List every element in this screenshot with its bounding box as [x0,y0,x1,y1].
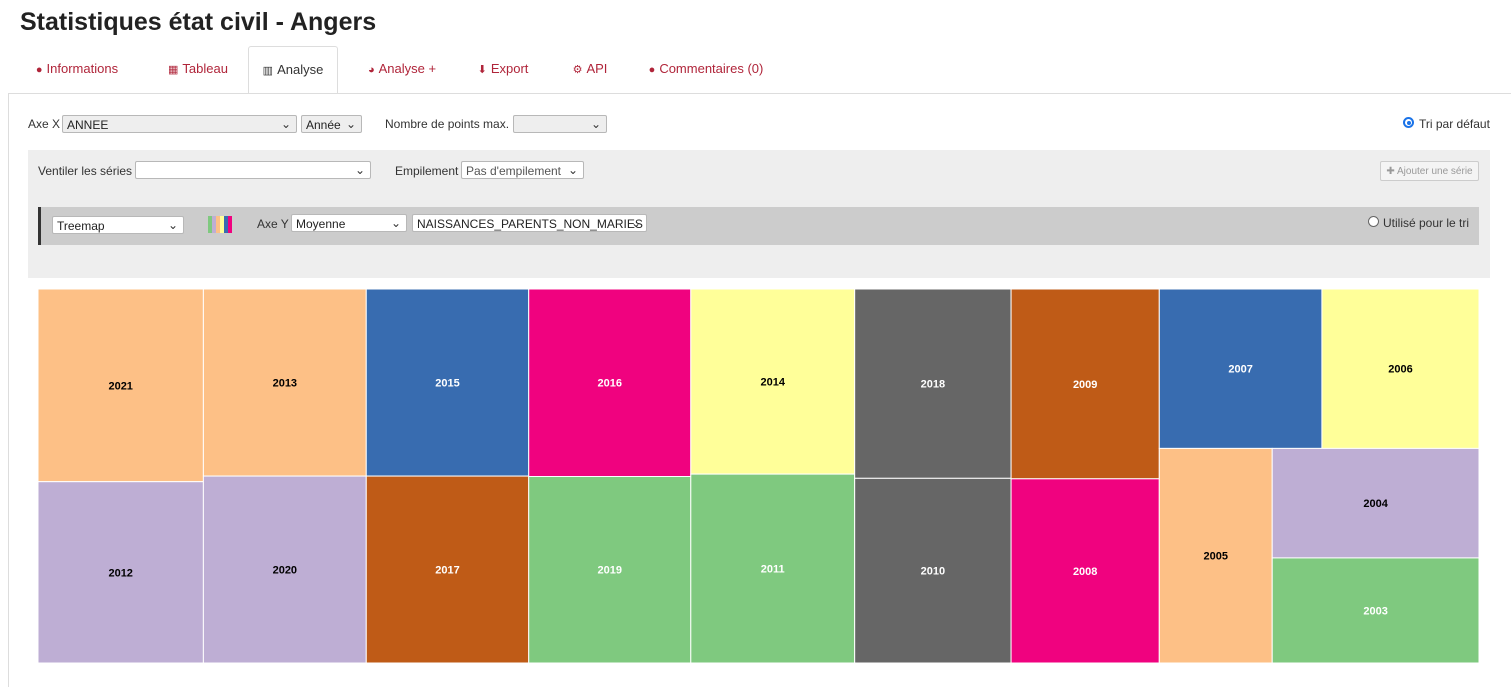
cogs-icon: ⚙ [572,64,583,76]
aggregation-select[interactable]: Moyenne ⌄ [291,214,407,232]
empilement-select[interactable]: Pas d'empilement ⌄ [461,161,584,179]
add-series-button[interactable]: ✚ Ajouter une série [1380,161,1479,181]
tab-label: Export [490,61,529,76]
plus-icon: ✚ [1386,166,1397,177]
tab-label: Informations [46,61,119,76]
chevron-down-icon: ⌄ [590,117,601,131]
tab-informations[interactable]: ● Informations [18,46,136,93]
chevron-down-icon: ⌄ [567,163,578,177]
axe-x-unit-value: Année [306,118,341,132]
tri-defaut-radio[interactable] [1403,117,1414,128]
chevron-down-icon: ⌄ [280,117,291,131]
utilise-tri-radio[interactable] [1368,216,1379,227]
ventiler-label: Ventiler les séries [38,164,133,178]
tab-tableau[interactable]: ▦ Tableau [148,46,248,93]
tab-export[interactable]: ⬇ Export [463,46,543,93]
nb-points-select[interactable]: ⌄ [513,115,607,133]
download-icon: ⬇ [477,64,487,76]
tab-label: API [586,61,608,76]
tab-bar: ● Informations ▦ Tableau ▥ Analyse ◕ Analyse… [18,46,1511,94]
add-series-label: Ajouter une série [1397,166,1473,177]
tab-label: Commentaires (0) [659,61,764,76]
tri-defaut-label: Tri par défaut [1419,117,1490,131]
tab-analyse[interactable]: ▥ Analyse [248,46,338,94]
table-icon: ▦ [168,64,179,76]
nb-points-label: Nombre de points max. [385,117,510,131]
aggregation-value: Moyenne [296,217,346,231]
axe-x-select[interactable]: ANNEE ⌄ [62,115,297,133]
pie-chart-icon: ◕ [367,64,375,76]
chart-type-select[interactable]: Treemap ⌄ [52,216,184,234]
palette-icon[interactable] [208,216,234,233]
comments-icon: ● [648,64,656,76]
chevron-down-icon: ⌄ [390,216,401,230]
field-value: NAISSANCES_PARENTS_NON_MARIES [417,217,643,231]
tab-label: Analyse [277,62,324,77]
tab-commentaires[interactable]: ● Commentaires (0) [636,46,776,93]
utilise-tri-label: Utilisé pour le tri [1383,216,1470,230]
info-circle-icon: ● [35,64,43,76]
field-select[interactable]: NAISSANCES_PARENTS_NON_MARIES ⌄ [412,214,647,232]
tab-label: Tableau [182,61,228,76]
axe-x-unit-select[interactable]: Année ⌄ [301,115,362,133]
page-title: Statistiques état civil - Angers [20,8,377,36]
series-row [38,207,1479,245]
bar-chart-icon: ▥ [262,65,274,77]
empilement-value: Pas d'empilement [466,164,562,178]
axe-x-label: Axe X [28,117,61,131]
palette-swatch [228,216,232,233]
chevron-down-icon: ⌄ [630,216,641,230]
chart-type-value: Treemap [57,219,105,233]
tab-api[interactable]: ⚙ API [555,46,625,93]
empilement-label: Empilement [395,164,459,178]
chevron-down-icon: ⌄ [354,163,365,177]
axe-y-label: Axe Y [257,217,289,231]
ventiler-select[interactable]: ⌄ [135,161,371,179]
tab-label: Analyse + [378,61,437,76]
chevron-down-icon: ⌄ [345,117,356,131]
tab-analyse-plus[interactable]: ◕ Analyse + [352,46,452,93]
axe-x-value: ANNEE [67,118,109,132]
chevron-down-icon: ⌄ [167,218,178,232]
